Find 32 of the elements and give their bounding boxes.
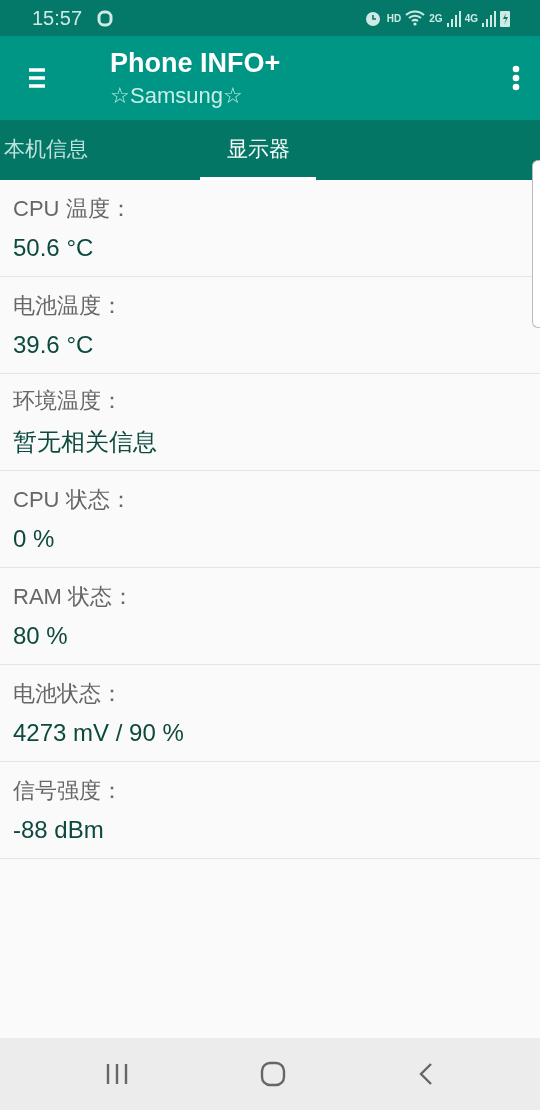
info-value: 39.6 °C — [13, 331, 95, 359]
recent-apps-icon[interactable] — [105, 1063, 130, 1085]
status-time: 15:57 — [32, 6, 83, 30]
info-value: 暂无相关信息 — [13, 427, 158, 457]
signal-icon — [446, 9, 461, 27]
tab[interactable]: 本机信息 — [0, 120, 104, 180]
signal-icon — [482, 9, 496, 27]
wifi-icon — [405, 9, 426, 27]
home-icon[interactable] — [260, 1061, 286, 1087]
edge-panel-handle[interactable] — [532, 160, 540, 328]
info-label: 电池状态： — [13, 680, 124, 708]
info-label: CPU 状态： — [13, 486, 133, 514]
app-subtitle: ☆Samsung☆ — [110, 82, 244, 109]
info-label: CPU 温度： — [13, 195, 133, 223]
info-label: 环境温度： — [13, 387, 124, 415]
more-options-icon[interactable] — [512, 65, 520, 91]
tab[interactable]: 显示器 — [200, 120, 316, 180]
network-type: 2G — [429, 12, 443, 24]
menu-icon[interactable] — [28, 67, 46, 89]
info-label: RAM 状态： — [13, 583, 135, 611]
info-value: 0 % — [13, 525, 56, 553]
info-value: 80 % — [13, 622, 69, 650]
info-value: 4273 mV / 90 % — [13, 719, 185, 747]
app-title: Phone INFO+ — [110, 47, 281, 79]
info-value: 50.6 °C — [13, 234, 95, 262]
info-label: 信号强度： — [13, 777, 124, 805]
hd-indicator: HD — [386, 12, 402, 24]
info-label: 电池温度： — [13, 292, 124, 320]
info-value: -88 dBm — [13, 816, 105, 844]
notification-icon — [96, 9, 115, 27]
network-type: 4G — [464, 12, 478, 24]
battery-charging-icon — [500, 9, 510, 27]
